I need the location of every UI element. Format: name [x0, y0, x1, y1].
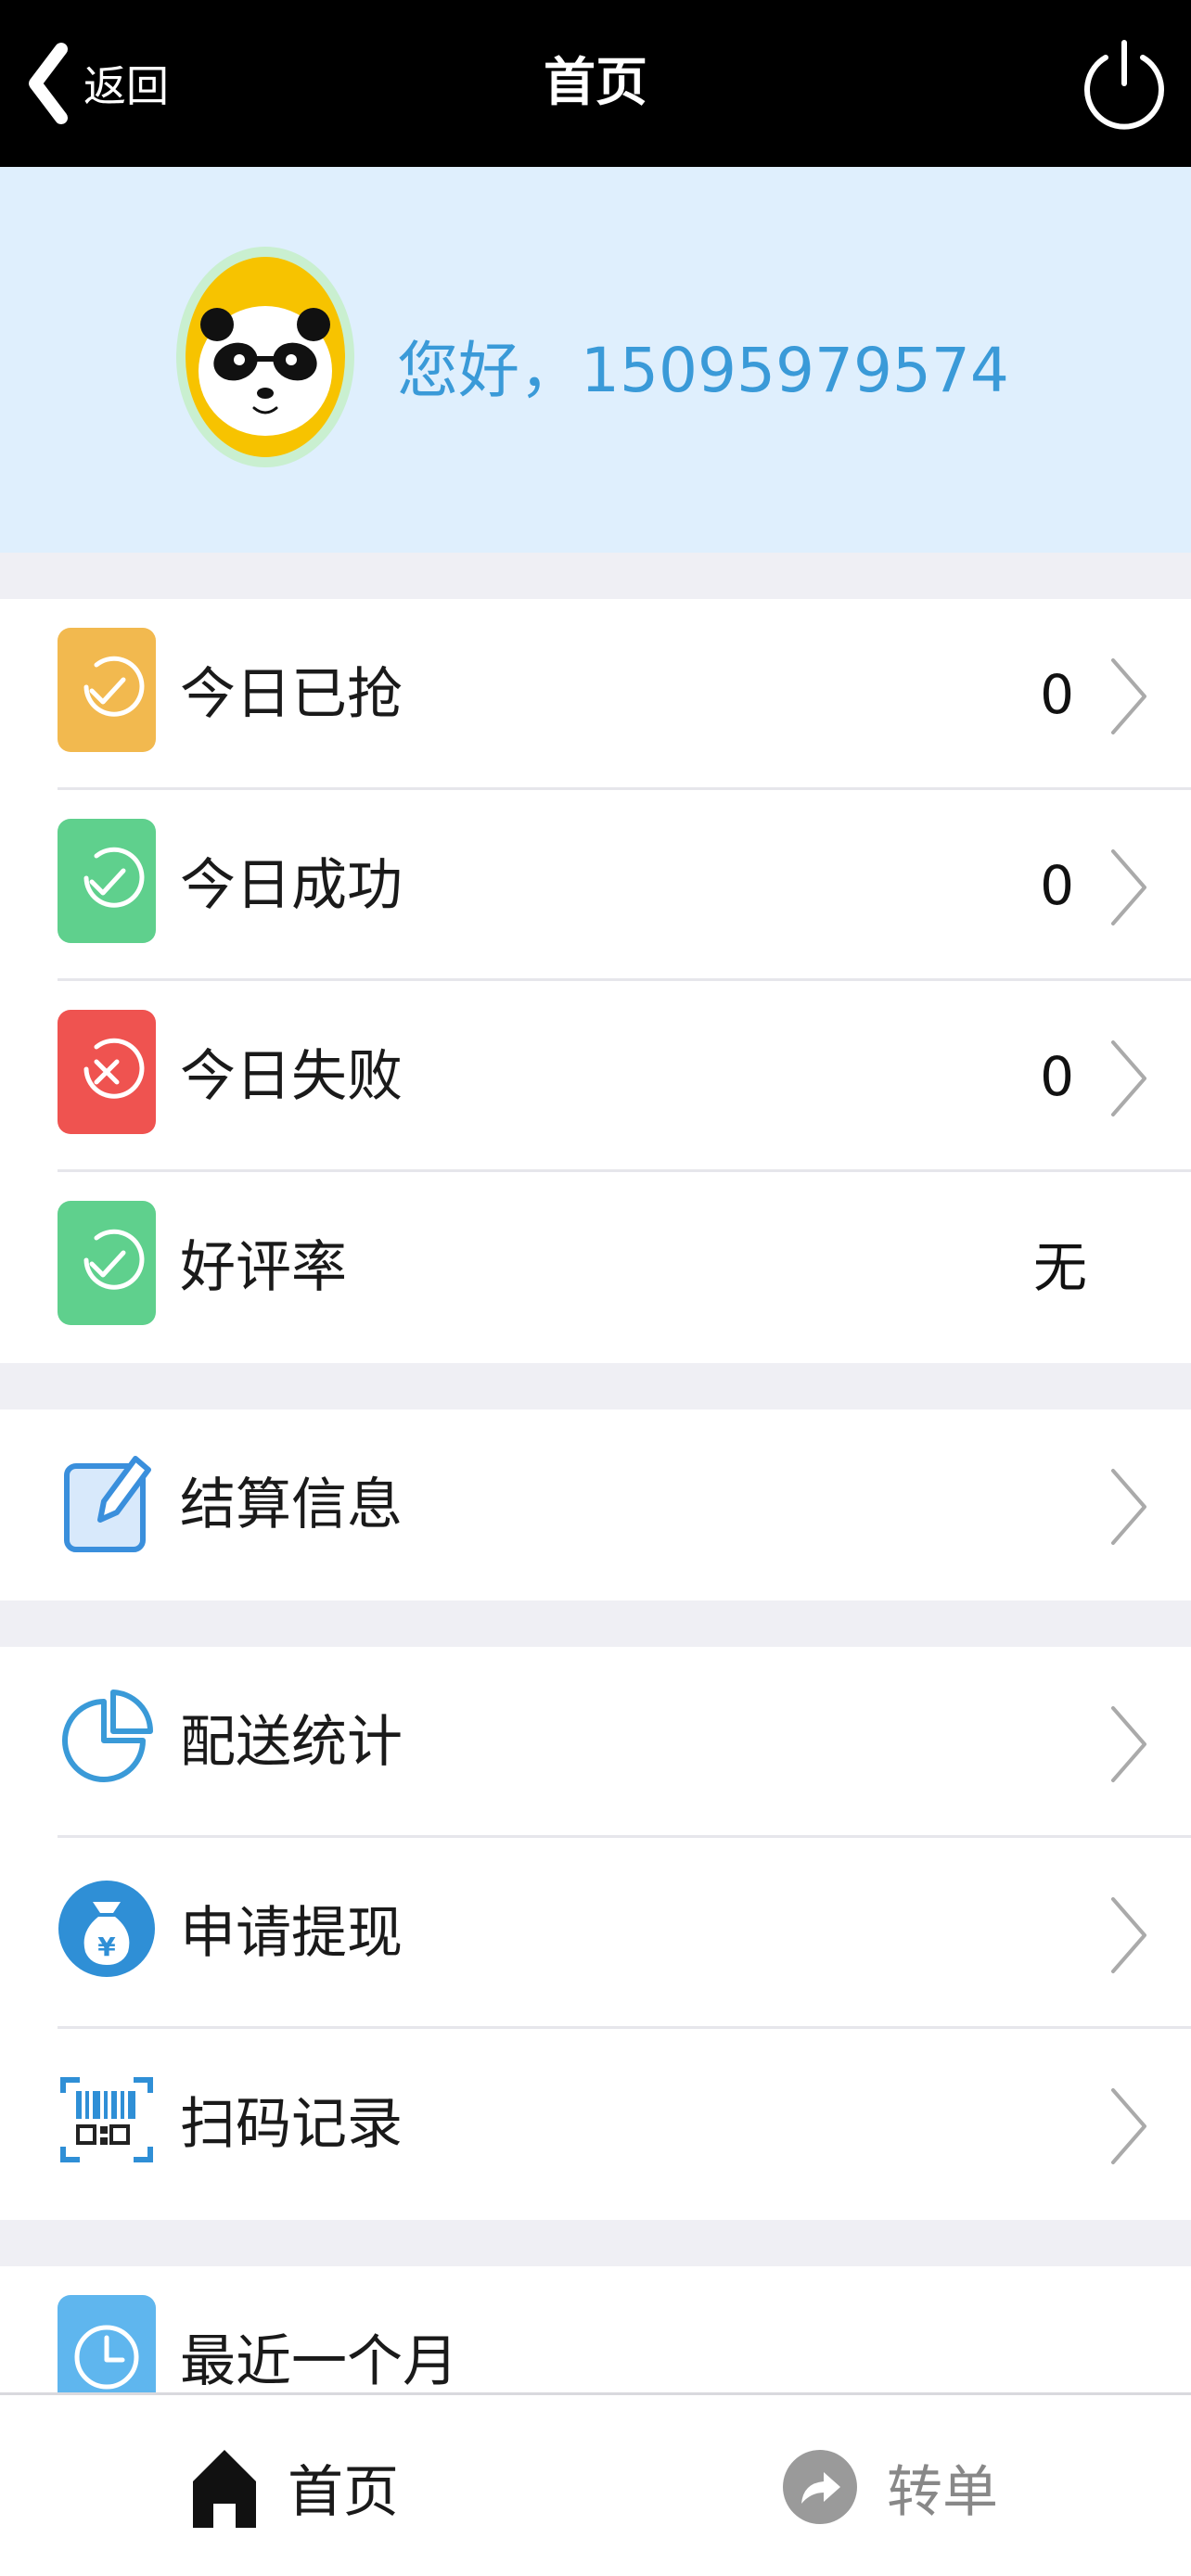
pie-chart-icon	[62, 1690, 154, 1782]
tool-label: 申请提现	[180, 1901, 403, 1966]
stat-value: 0	[1040, 1045, 1074, 1108]
home-icon	[193, 2450, 256, 2528]
tab-home-label: 首页	[288, 2459, 399, 2525]
settlement-group: 结算信息	[0, 1409, 1191, 1600]
stat-label: 今日已抢	[180, 662, 403, 727]
chevron-right-icon	[1111, 1897, 1146, 1973]
stat-label: 今日成功	[180, 853, 403, 918]
tool-label: 扫码记录	[180, 2092, 403, 2157]
panda-avatar[interactable]	[174, 245, 356, 469]
tab-transfer-label: 转单	[887, 2459, 998, 2525]
chevron-right-icon	[1111, 1040, 1146, 1116]
settlement-label: 结算信息	[180, 1473, 403, 1537]
stat-value: 0	[1040, 663, 1074, 726]
stat-value: 0	[1040, 854, 1074, 917]
money-bag-icon: ¥	[58, 1881, 155, 1977]
stat-label: 好评率	[180, 1235, 347, 1300]
navbar: 返回 首页	[0, 0, 1191, 167]
stat-row-rating: 好评率 无	[0, 1172, 1191, 1363]
x-circle-icon	[58, 1010, 156, 1134]
stat-label: 今日失败	[180, 1044, 403, 1109]
chevron-right-icon	[1111, 658, 1146, 734]
tab-transfer[interactable]: 转单	[781, 2395, 998, 2576]
power-icon[interactable]	[1078, 35, 1171, 132]
tool-row-delivery-stats[interactable]: 配送统计	[0, 1647, 1191, 1838]
tool-row-withdraw[interactable]: ¥ 申请提现	[0, 1838, 1191, 2029]
check-circle-icon	[58, 1201, 156, 1325]
profile-header: 您好，15095979574	[0, 167, 1191, 553]
check-circle-icon	[58, 628, 156, 752]
stat-row-grabbed[interactable]: 今日已抢 0	[0, 599, 1191, 790]
stat-value: 无	[1032, 1236, 1087, 1299]
tool-row-scan-records[interactable]: 扫码记录	[0, 2029, 1191, 2220]
qr-scan-icon	[60, 2077, 153, 2162]
check-circle-icon	[58, 819, 156, 943]
stat-row-success[interactable]: 今日成功 0	[0, 790, 1191, 981]
chevron-right-icon	[1111, 849, 1146, 925]
settlement-row[interactable]: 结算信息	[0, 1409, 1191, 1600]
stat-row-failed[interactable]: 今日失败 0	[0, 981, 1191, 1172]
edit-note-icon	[64, 1456, 151, 1552]
tools-group: 配送统计 ¥ 申请提现 扫码记录	[0, 1647, 1191, 2220]
stats-group: 今日已抢 0 今日成功 0 今日失败 0 好评率 无	[0, 599, 1191, 1363]
tab-bar: 首页 转单	[0, 2392, 1191, 2576]
greeting-text: 您好，15095979574	[397, 335, 1009, 406]
chevron-right-icon	[1111, 1706, 1146, 1782]
chevron-right-icon	[1111, 2088, 1146, 2164]
share-arrow-icon	[783, 2450, 857, 2524]
chevron-right-icon	[1111, 1469, 1146, 1545]
tab-home[interactable]: 首页	[189, 2395, 399, 2576]
page-title: 首页	[544, 53, 647, 113]
svg-text:¥: ¥	[97, 1932, 116, 1962]
tool-label: 配送统计	[180, 1710, 403, 1775]
